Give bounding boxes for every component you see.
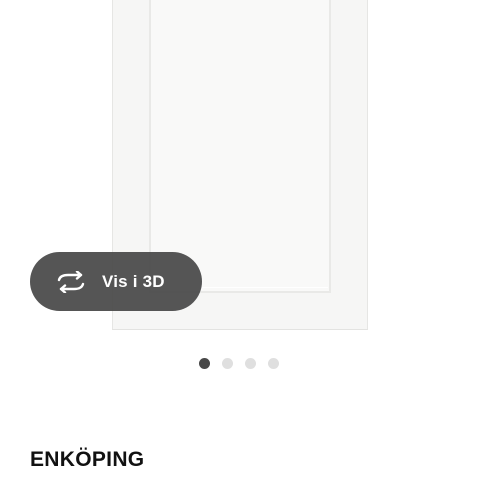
carousel-dot-4[interactable]	[268, 358, 279, 369]
view-in-3d-button[interactable]: Vis i 3D	[30, 252, 202, 311]
product-title: ENKÖPING	[30, 448, 145, 471]
view-in-3d-label: Vis i 3D	[102, 271, 165, 291]
product-page: Vis i 3D ENKÖPING	[0, 0, 480, 480]
carousel-dot-1[interactable]	[199, 358, 210, 369]
carousel-dot-2[interactable]	[222, 358, 233, 369]
carousel-pagination	[199, 358, 279, 369]
carousel-dot-3[interactable]	[245, 358, 256, 369]
rotate-3d-icon	[54, 270, 88, 293]
door-panel	[149, 0, 331, 293]
